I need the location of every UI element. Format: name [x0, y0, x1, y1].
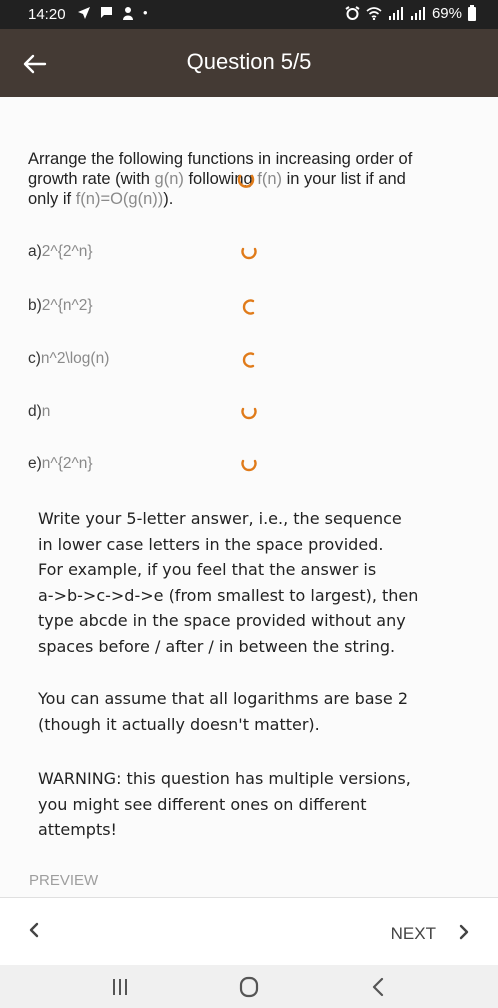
- person-icon: [123, 6, 133, 20]
- question-line-3: only if f(n)=O(g(n))).: [28, 190, 174, 208]
- clock: 14:20: [28, 6, 66, 23]
- wifi-icon: [366, 7, 382, 20]
- next-button[interactable]: NEXT: [391, 924, 436, 944]
- logarithm-note: You can assume that all logarithms are b…: [38, 689, 408, 734]
- math-big-o: f(n)=O(g(n)): [75, 190, 164, 208]
- loading-spinner-icon: [237, 174, 255, 188]
- option-e: e)n^{2^n}: [28, 455, 93, 472]
- notification-icons: •: [77, 5, 148, 20]
- previous-button[interactable]: [22, 918, 46, 942]
- option-a-loading-icon: [241, 247, 257, 260]
- page-title: Question 5/5: [186, 49, 312, 74]
- option-e-loading-icon: [241, 459, 257, 472]
- back-icon[interactable]: [366, 975, 392, 999]
- question-navigation: NEXT: [0, 897, 498, 965]
- status-bar: 14:20 • 69%: [0, 0, 498, 29]
- option-c: c)n^2\log(n): [28, 350, 110, 367]
- chat-icon: [101, 7, 112, 18]
- option-d: d)n: [28, 403, 51, 420]
- option-c-loading-icon: [242, 352, 255, 368]
- chevron-right-icon[interactable]: [452, 920, 476, 944]
- dot-icon: •: [143, 5, 148, 20]
- math-g: g(n): [154, 170, 184, 188]
- option-a: a)2^{2^n}: [28, 243, 93, 260]
- question-line-1: Arrange the following functions in incre…: [28, 150, 413, 168]
- navigation-arrow-icon: [78, 6, 90, 19]
- recent-apps-icon[interactable]: [107, 975, 133, 999]
- option-b-loading-icon: [242, 299, 255, 315]
- instructions-paragraph: Write your 5-letter answer, i.e., the se…: [38, 509, 419, 656]
- math-f: f(n): [257, 170, 283, 188]
- option-b: b)2^{n^2}: [28, 297, 93, 314]
- warning-note: WARNING: this question has multiple vers…: [38, 769, 411, 839]
- system-navigation-bar: [0, 965, 498, 1008]
- question-content: Arrange the following functions in incre…: [0, 97, 498, 897]
- preview-label: PREVIEW: [29, 872, 99, 889]
- app-bar: Question 5/5: [0, 29, 498, 97]
- home-icon[interactable]: [236, 975, 262, 999]
- signal-icon-2: [410, 7, 425, 20]
- option-d-loading-icon: [241, 407, 257, 420]
- battery-icon: [468, 4, 476, 21]
- system-icons: 69%: [345, 4, 476, 22]
- signal-icon: [388, 7, 403, 20]
- alarm-icon: [345, 6, 360, 20]
- battery-percent: 69%: [431, 5, 462, 22]
